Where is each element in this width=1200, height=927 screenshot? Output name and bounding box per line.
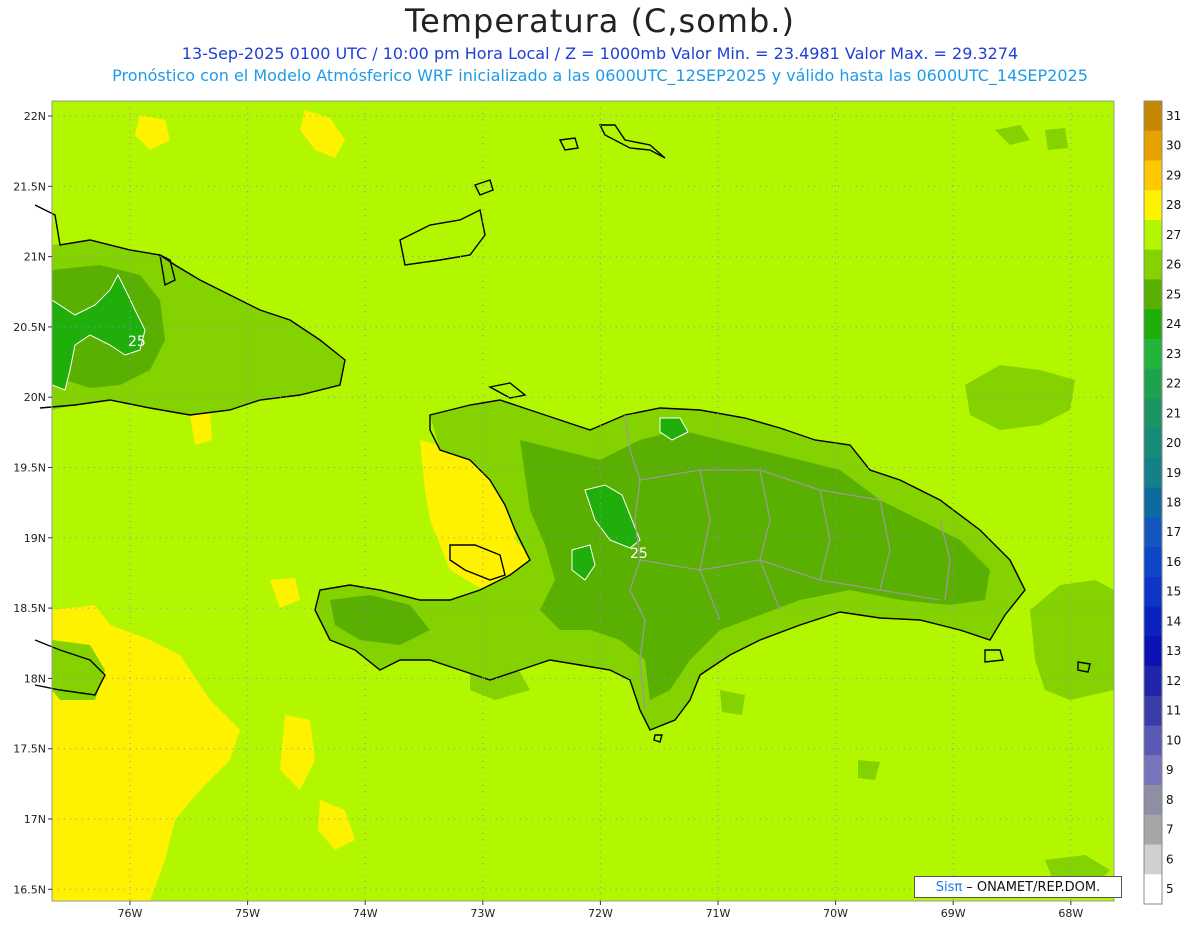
colorbar-swatch — [1144, 398, 1162, 429]
colorbar-swatch — [1144, 190, 1162, 221]
colorbar-swatch — [1144, 101, 1162, 132]
lat-tick-label: 21.5N — [13, 180, 46, 193]
lat-tick-label: 18.5N — [13, 602, 46, 615]
latitude-axis: 22N 21.5N 21N 20.5N 20N 19.5N 19N 18.5N 18N 17.5N… — [13, 110, 52, 896]
lat-tick-label: 20N — [24, 391, 46, 404]
colorbar-swatch — [1144, 457, 1162, 489]
colorbar-label: 30 — [1166, 139, 1181, 153]
lat-tick-label: 19.5N — [13, 462, 46, 475]
colorbar-label: 27 — [1166, 228, 1181, 242]
colorbar-swatch — [1144, 338, 1162, 370]
colorbar-label: 21 — [1166, 406, 1181, 420]
colorbar-swatch — [1144, 428, 1162, 459]
colorbar-label: 28 — [1166, 198, 1181, 212]
colorbar-label: 26 — [1166, 258, 1181, 272]
credit-text: – ONAMET/REP.DOM. — [966, 879, 1101, 895]
colorbar-label: 14 — [1166, 614, 1181, 628]
colorbar-label: 20 — [1166, 436, 1181, 450]
colorbar-swatch — [1144, 576, 1162, 608]
colorbar-label: 7 — [1166, 823, 1174, 837]
lat-tick-label: 21N — [24, 251, 46, 264]
colorbar-label: 13 — [1166, 644, 1181, 658]
colorbar-swatch — [1144, 814, 1162, 846]
colorbar-label: 5 — [1166, 882, 1174, 896]
lon-tick-label: 70W — [823, 907, 848, 920]
colorbar-swatch — [1144, 487, 1162, 518]
lat-tick-label: 19N — [24, 532, 46, 545]
colorbar-label: 19 — [1166, 466, 1181, 480]
colorbar-label: 11 — [1166, 704, 1181, 718]
lon-tick-label: 76W — [118, 907, 143, 920]
colorbar-swatch — [1144, 547, 1162, 578]
colorbar-label: 8 — [1166, 793, 1174, 807]
lon-tick-label: 74W — [353, 907, 378, 920]
colorbar-label: 9 — [1166, 763, 1174, 777]
colorbar-swatch — [1144, 636, 1162, 667]
lon-tick-label: 69W — [941, 907, 966, 920]
contour-label-25-cuba: 25 — [128, 334, 146, 350]
lat-tick-label: 22N — [24, 110, 46, 123]
lat-tick-label: 20.5N — [13, 321, 46, 334]
colorbar-swatch — [1144, 606, 1162, 637]
colorbar-swatch — [1144, 160, 1162, 191]
colorbar-swatch — [1144, 725, 1162, 756]
colorbar-label: 15 — [1166, 585, 1181, 599]
colorbar-label: 24 — [1166, 317, 1181, 331]
contour-label-25-hispaniola: 25 — [630, 546, 648, 562]
credit-box: Sisπ – ONAMET/REP.DOM. — [914, 876, 1122, 898]
colorbar-label: 23 — [1166, 347, 1181, 361]
colorbar-swatch — [1144, 844, 1162, 875]
colorbar-label: 10 — [1166, 733, 1181, 747]
colorbar-label: 25 — [1166, 287, 1181, 301]
colorbar-label: 29 — [1166, 168, 1181, 182]
colorbar-label: 12 — [1166, 674, 1181, 688]
lat-tick-label: 16.5N — [13, 883, 46, 896]
temperature-map: 25 25 22N 21.5N 21N 20.5N 20N 19.5N 19N 18.5N 18… — [13, 100, 1181, 920]
colorbar-label: 18 — [1166, 496, 1181, 510]
colorbar-swatch — [1144, 666, 1162, 697]
colorbar-swatch — [1144, 279, 1162, 310]
colorbar-swatch — [1144, 368, 1162, 399]
lat-tick-label: 17.5N — [13, 743, 46, 756]
colorbar-swatch — [1144, 874, 1162, 905]
colorbar-label: 6 — [1166, 852, 1174, 866]
colorbar-label: 16 — [1166, 555, 1181, 569]
lon-tick-label: 71W — [706, 907, 731, 920]
lon-tick-label: 75W — [235, 907, 260, 920]
colorbar-swatch — [1144, 755, 1162, 786]
colorbar: 31 30 29 28 27 26 25 24 23 22 21 20 19 18 17 16 15 14 13 12… — [1143, 100, 1181, 905]
lon-tick-label: 73W — [470, 907, 495, 920]
lat-tick-label: 18N — [24, 672, 46, 685]
colorbar-swatch — [1144, 309, 1162, 340]
colorbar-swatch — [1144, 219, 1162, 251]
credit-brand: Sisπ — [935, 879, 963, 895]
colorbar-label: 31 — [1166, 109, 1181, 123]
lon-tick-label: 68W — [1058, 907, 1083, 920]
lon-tick-label: 72W — [588, 907, 613, 920]
colorbar-swatch — [1144, 249, 1162, 280]
colorbar-swatch — [1144, 785, 1162, 816]
colorbar-swatch — [1144, 517, 1162, 548]
colorbar-swatch — [1144, 695, 1162, 727]
longitude-axis: 76W 75W 74W 73W 72W 71W 70W 69W 68W — [118, 901, 1083, 920]
colorbar-label: 17 — [1166, 525, 1181, 539]
colorbar-swatch — [1144, 130, 1162, 161]
colorbar-label: 22 — [1166, 377, 1181, 391]
lat-tick-label: 17N — [24, 813, 46, 826]
